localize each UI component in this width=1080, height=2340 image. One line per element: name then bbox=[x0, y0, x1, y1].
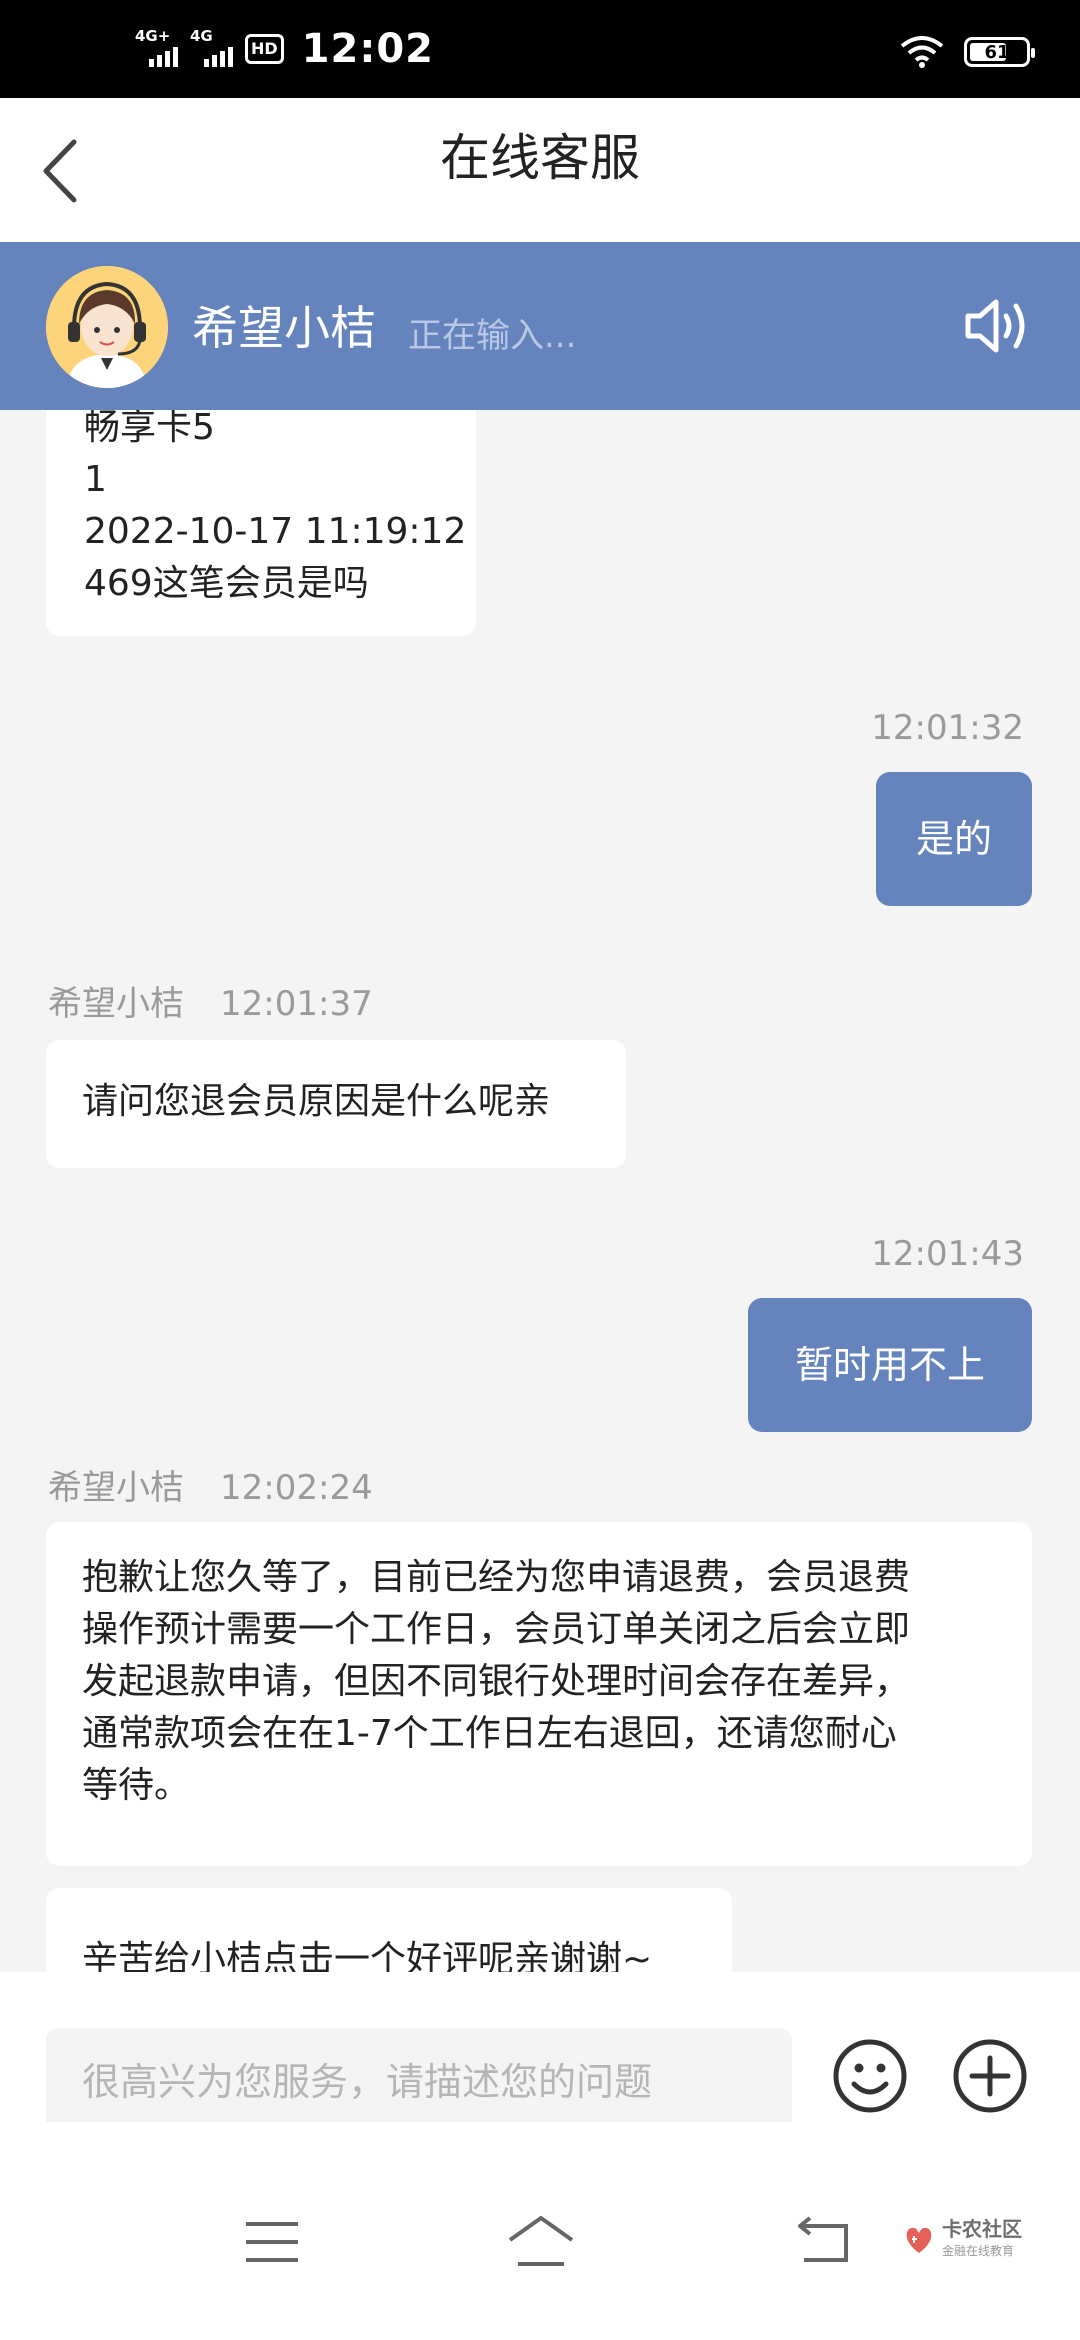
agent-avatar bbox=[46, 266, 168, 388]
battery-level: 61 bbox=[984, 41, 1010, 63]
message-line: 畅享卡5 bbox=[84, 410, 215, 448]
message-time: 12:01:37 bbox=[220, 984, 373, 1024]
message-input[interactable] bbox=[46, 2028, 792, 2136]
agent-message-bubble: 抱歉让您久等了，目前已经为您申请退费，会员退费 操作预计需要一个工作日，会员订单… bbox=[46, 1522, 1032, 1866]
battery-icon: 61 bbox=[964, 37, 1035, 67]
sender-name: 希望小桔 bbox=[48, 984, 184, 1024]
message-time: 12:02:24 bbox=[220, 1468, 373, 1508]
message-line: 等待。 bbox=[82, 1765, 191, 1806]
wifi-icon bbox=[900, 36, 944, 68]
agent-header: 希望小桔 正在输入... bbox=[0, 242, 1080, 410]
nav-back-icon[interactable] bbox=[796, 2214, 852, 2264]
brand-logo-icon bbox=[906, 2227, 932, 2253]
typing-status: 正在输入... bbox=[408, 316, 577, 356]
status-time: 12:02 bbox=[301, 26, 434, 72]
agent-name: 希望小桔 bbox=[192, 301, 376, 355]
watermark-sub: 金融在线教育 bbox=[942, 2244, 1015, 2258]
input-bar bbox=[0, 1972, 1080, 2136]
message-line: 469这笔会员是吗 bbox=[84, 563, 369, 604]
message-meta: 希望小桔 12:01:37 bbox=[48, 976, 373, 1025]
message-line: 辛苦给小桔点击一个好评呢亲谢谢~ bbox=[82, 1939, 653, 1972]
page-title: 在线客服 bbox=[440, 129, 640, 187]
watermark-brand: 卡农社区 bbox=[942, 2217, 1022, 2241]
message-line: 1 bbox=[84, 459, 107, 500]
emoji-icon[interactable] bbox=[832, 2038, 908, 2114]
chat-list[interactable]: 畅享卡5 1 2022-10-17 11:19:12 469这笔会员是吗 12:… bbox=[0, 410, 1080, 1972]
add-attachment-icon[interactable] bbox=[952, 2038, 1028, 2114]
message-line: 抱歉让您久等了，目前已经为您申请退费，会员退费 bbox=[82, 1557, 911, 1598]
speaker-icon[interactable] bbox=[962, 294, 1034, 358]
message-meta: 希望小桔 12:02:24 bbox=[48, 1460, 373, 1509]
headset-agent-icon bbox=[46, 266, 168, 388]
message-line: 通常款项会在在1-7个工作日左右退回，还请您耐心 bbox=[82, 1713, 897, 1754]
recent-apps-icon[interactable] bbox=[244, 2220, 300, 2264]
agent-message-bubble: 辛苦给小桔点击一个好评呢亲谢谢~ bbox=[46, 1888, 732, 1972]
network-type-1: 4G+ bbox=[135, 27, 171, 45]
sender-name: 希望小桔 bbox=[48, 1468, 184, 1508]
watermark: 卡农社区 金融在线教育 bbox=[902, 2218, 1022, 2262]
agent-message-bubble: 请问您退会员原因是什么呢亲 bbox=[46, 1040, 626, 1168]
title-bar: 在线客服 bbox=[0, 98, 1080, 242]
user-message-bubble: 是的 bbox=[876, 772, 1032, 906]
message-time: 12:01:32 bbox=[871, 708, 1024, 748]
hd-voice-icon: HD bbox=[245, 34, 284, 64]
message-time: 12:01:43 bbox=[871, 1234, 1024, 1274]
message-line: 2022-10-17 11:19:12 bbox=[84, 511, 467, 552]
signal-icon-2: 4G bbox=[190, 27, 233, 67]
message-line: 发起退款申请，但因不同银行处理时间会存在差异， bbox=[82, 1661, 911, 1702]
user-message-bubble: 暂时用不上 bbox=[748, 1298, 1032, 1432]
home-icon[interactable] bbox=[506, 2214, 576, 2268]
status-bar: 4G+ 4G HD 12:02 61 bbox=[0, 0, 1080, 98]
message-line: 请问您退会员原因是什么呢亲 bbox=[82, 1081, 551, 1122]
network-type-2: 4G bbox=[190, 27, 213, 45]
agent-message-bubble: 畅享卡5 1 2022-10-17 11:19:12 469这笔会员是吗 bbox=[46, 410, 476, 636]
message-line: 操作预计需要一个工作日，会员订单关闭之后会立即 bbox=[82, 1609, 911, 1650]
signal-icon: 4G+ bbox=[135, 27, 178, 67]
system-nav-bar: 卡农社区 金融在线教育 bbox=[0, 2122, 1080, 2340]
